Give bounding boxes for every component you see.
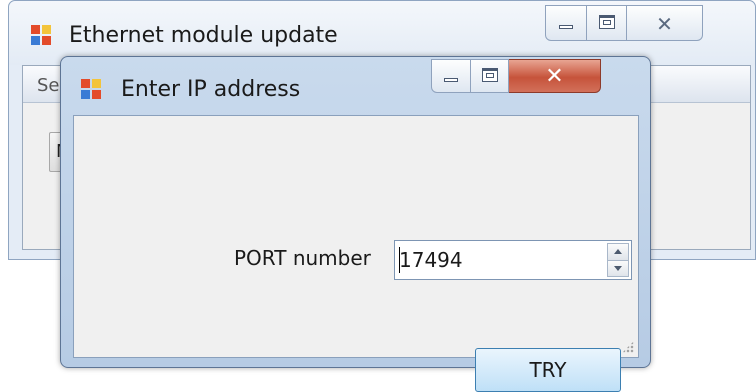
spin-down-icon: [614, 266, 622, 272]
port-number-spinner[interactable]: [394, 240, 632, 280]
close-icon: ✕: [545, 64, 564, 89]
dialog-caption-buttons: ✕: [431, 59, 601, 95]
spin-down-button[interactable]: [607, 260, 629, 277]
dialog-title: Enter IP address: [121, 77, 301, 102]
menu-item[interactable]: Se: [37, 75, 60, 96]
minimize-icon: [559, 25, 573, 29]
spin-up-icon: [614, 248, 622, 254]
app-icon: [31, 25, 53, 47]
close-icon: ✕: [656, 12, 673, 36]
try-button[interactable]: TRY: [475, 348, 621, 392]
spinner-buttons: [607, 243, 629, 277]
background-caption-buttons: ✕: [545, 5, 703, 41]
dialog-close-button[interactable]: ✕: [509, 59, 601, 93]
dialog-minimize-button[interactable]: [431, 59, 471, 93]
port-number-input[interactable]: [397, 243, 601, 277]
resize-grip-icon[interactable]: [622, 341, 634, 353]
port-number-label: PORT number: [234, 246, 371, 270]
minimize-icon: [444, 78, 458, 82]
dialog-maximize-button[interactable]: [471, 59, 509, 93]
maximize-icon: [481, 68, 498, 82]
maximize-button[interactable]: [587, 5, 627, 41]
ip-address-dialog: Enter IP address ✕ PORT number TR: [60, 56, 651, 392]
spin-up-button[interactable]: [607, 243, 629, 261]
dialog-app-icon: [81, 79, 103, 101]
maximize-icon: [598, 15, 615, 29]
dialog-client-area: PORT number TRY: [73, 115, 639, 392]
close-button[interactable]: ✕: [627, 5, 703, 41]
text-caret: [399, 247, 400, 273]
window-title: Ethernet module update: [69, 23, 338, 48]
minimize-button[interactable]: [545, 5, 587, 41]
